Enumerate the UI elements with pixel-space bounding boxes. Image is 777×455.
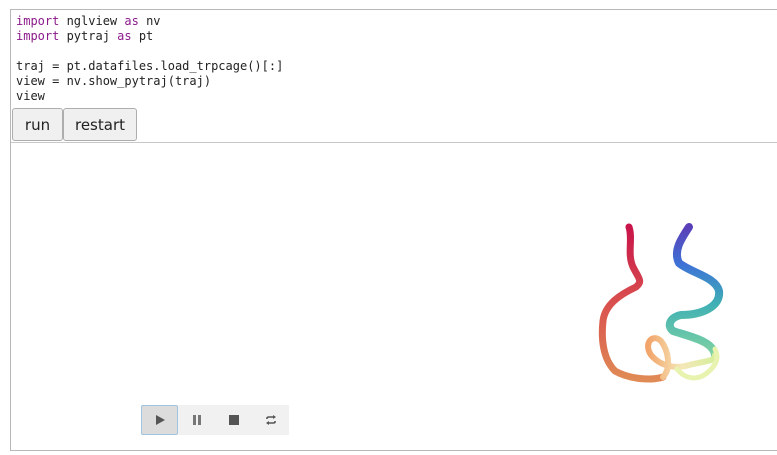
stop-icon: [228, 415, 239, 425]
play-icon: [155, 415, 165, 425]
restart-button[interactable]: restart: [63, 108, 137, 141]
repeat-icon: [265, 415, 276, 425]
keyword: import: [16, 29, 60, 43]
pause-button[interactable]: [178, 405, 215, 435]
trajectory-player: [141, 405, 289, 435]
code-line: traj = pt.datafiles.load_trpcage()[:]: [16, 59, 284, 73]
pause-icon: [192, 415, 201, 425]
code-line: view: [16, 89, 45, 103]
code-token: nglview: [59, 14, 125, 28]
code-token: pytraj: [59, 29, 118, 43]
stop-button[interactable]: [215, 405, 252, 435]
notebook-output-frame: import nglview as nv import pytraj as pt…: [10, 9, 777, 451]
code-token: nv: [138, 14, 161, 28]
keyword: as: [117, 29, 132, 43]
keyword: as: [124, 14, 139, 28]
code-cell[interactable]: import nglview as nv import pytraj as pt…: [16, 14, 283, 104]
play-button[interactable]: [141, 405, 178, 435]
keyword: import: [16, 14, 60, 28]
code-token: pt: [131, 29, 154, 43]
run-button[interactable]: run: [12, 108, 63, 141]
protein-ribbon-model[interactable]: [581, 219, 731, 394]
code-line: view = nv.show_pytraj(traj): [16, 74, 212, 88]
ngl-viewer-canvas[interactable]: [11, 143, 777, 450]
repeat-button[interactable]: [252, 405, 289, 435]
